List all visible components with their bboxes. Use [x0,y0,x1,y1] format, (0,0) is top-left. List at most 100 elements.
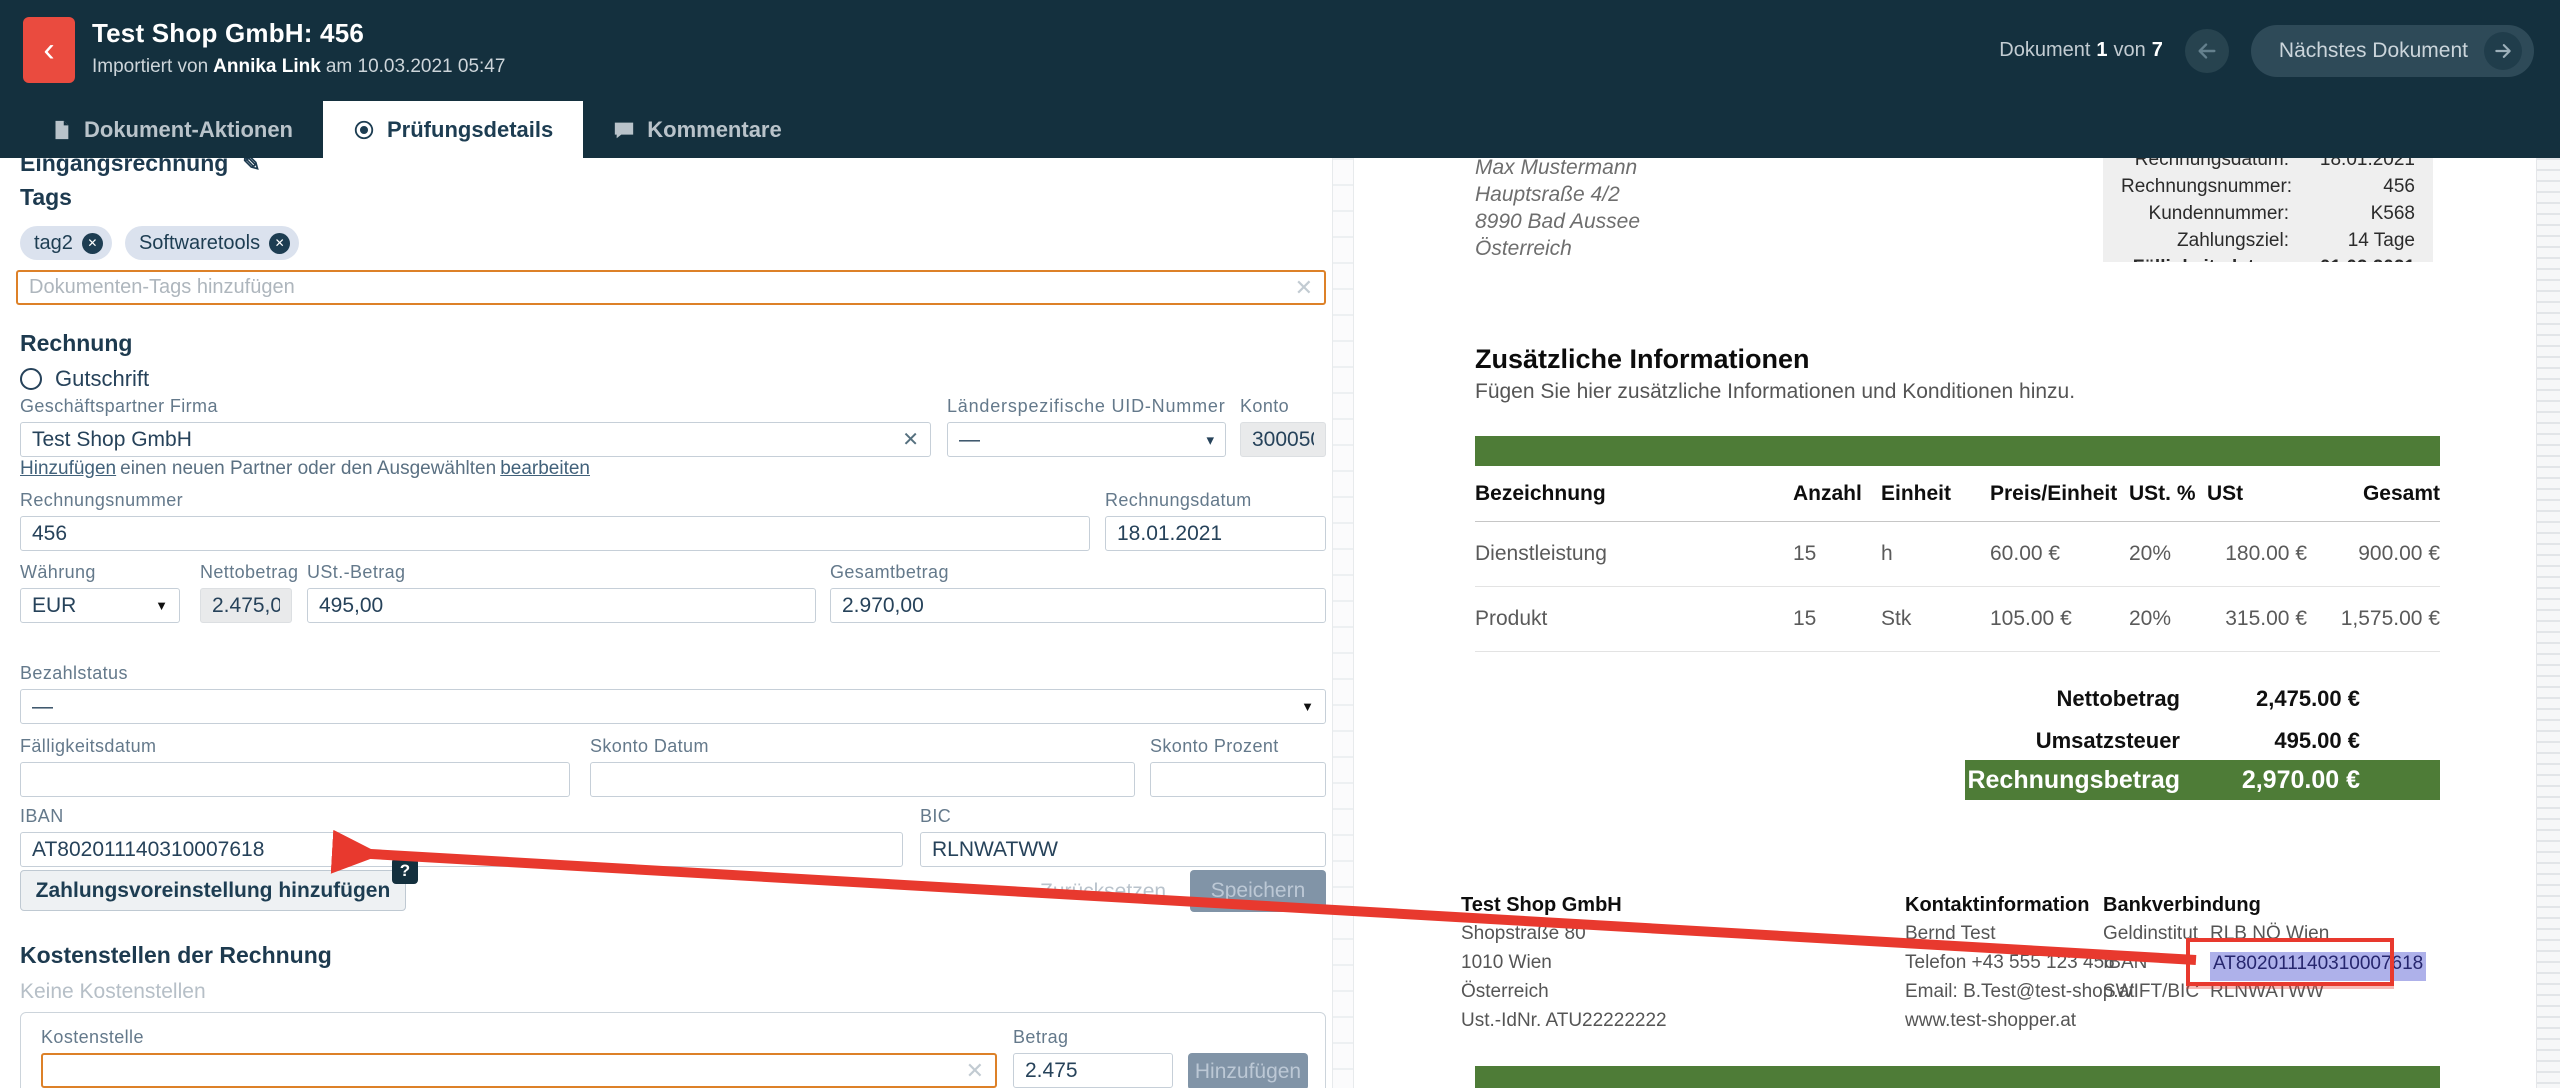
reset-button[interactable]: Zurücksetzen [1040,880,1166,904]
add-partner-link[interactable]: Hinzufügen [20,458,116,479]
cost-center-input[interactable]: ✕ [41,1053,997,1088]
recipient-address: Max Mustermann Hauptsraße 4/2 8990 Bad A… [1475,158,1640,262]
info-label: Fälligkeitsdatum: [2133,257,2289,263]
bic-input[interactable]: RLNWATWW [920,832,1326,867]
pay-status-label: Bezahlstatus [20,663,1326,684]
partner-field: Geschäftspartner Firma Test Shop GmbH ✕ [20,396,931,457]
total-value: 2,475.00 € [2210,686,2360,712]
invoice-date-value: 18.01.2021 [1117,522,1222,546]
info-value: K568 [2303,203,2415,225]
net-amount-field: Nettobetrag 2.475,00 [200,562,292,623]
invoice-number-input[interactable]: 456 [20,516,1090,551]
remove-tag-icon[interactable]: ✕ [269,233,290,254]
tab-dokument-aktionen[interactable]: Dokument-Aktionen [20,101,323,158]
footer-title: Kontaktinformation [1905,894,2134,923]
skonto-date-field: Skonto Datum [590,736,1135,797]
betrag-input[interactable]: 2.475 [1013,1053,1173,1088]
tab-pruefungsdetails[interactable]: Prüfungsdetails [323,101,583,158]
table-row: Dienstleistung 15 h 60.00 € 20% 180.00 €… [1475,522,2440,587]
cost-center-label: Kostenstelle [41,1027,997,1048]
betrag-value: 2.475 [1025,1059,1078,1083]
next-document-button[interactable]: Nächstes Dokument [2251,25,2534,77]
footer-line: Telefon +43 555 123 456 [1905,952,2134,981]
bank-value: RLB NÖ Wien [2210,923,2329,952]
add-cost-center-button[interactable]: Hinzufügen [1188,1053,1308,1088]
remove-tag-icon[interactable]: ✕ [82,233,103,254]
back-button[interactable]: ‹ [23,17,75,83]
bic-value: RLNWATWW [932,838,1058,862]
document-title: Test Shop GmbH: 456 [92,18,505,49]
pay-status-select[interactable]: — ▼ [20,689,1326,724]
table-top-green-bar [1475,436,2440,466]
pager-prefix: Dokument [1999,39,2090,61]
clear-cost-center-icon[interactable]: ✕ [966,1058,984,1084]
save-button[interactable]: Speichern [1190,870,1326,912]
total-amount-input[interactable]: 2.970,00 [830,588,1326,623]
uid-field: Länderspezifische UID-Nummer — ▾ [947,396,1226,457]
footer-line: www.test-shopper.at [1905,1010,2134,1039]
konto-value: 300050 [1252,428,1314,452]
tag-chip: tag2 ✕ [20,226,112,260]
cell: Dienstleistung [1475,522,1793,587]
konto-field: Konto 300050 [1240,396,1326,457]
net-amount-box: 2.475,00 [200,588,292,623]
cell: 105.00 € [1990,587,2129,652]
invoice-info-box: Rechnungsdatum: 18.01.2021 Rechnungsnumm… [2103,158,2433,262]
total-grand-row: Rechnungsbetrag 2,970.00 € [1965,760,2440,800]
due-date-input[interactable] [20,762,570,797]
due-date-label: Fälligkeitsdatum [20,736,570,757]
bank-value: RLNWATWW [2210,981,2324,1010]
footer-title: Bankverbindung [2103,894,2426,923]
document-scrollbar[interactable] [2536,158,2560,1088]
recipient-country: Österreich [1475,235,1640,262]
vat-amount-input[interactable]: 495,00 [307,588,816,623]
col-bezeichnung: Bezeichnung [1475,466,1793,522]
payment-preset-button[interactable]: Zahlungsvoreinstellung hinzufügen [20,870,406,911]
uid-label: Länderspezifische UID-Nummer [947,396,1226,417]
recipient-name: Max Mustermann [1475,158,1640,181]
tag-chip-list: tag2 ✕ Softwaretools ✕ [20,226,299,260]
tab-label: Prüfungsdetails [387,117,553,143]
tab-bar: Dokument-Aktionen Prüfungsdetails Kommen… [0,101,2560,158]
help-badge[interactable]: ? [392,858,418,884]
total-amount-field: Gesamtbetrag 2.970,00 [830,562,1326,623]
footer-line: 1010 Wien [1461,952,1667,981]
total-vat-row: Umsatzsteuer 495.00 € [1965,728,2440,754]
total-net-row: Nettobetrag 2,475.00 € [1965,686,2440,712]
payment-preset-label: Zahlungsvoreinstellung hinzufügen [36,879,391,903]
subtitle-suffix: am 10.03.2021 05:47 [326,56,506,77]
edit-partner-link[interactable]: bearbeiten [500,458,590,479]
currency-select[interactable]: EUR ▼ [20,588,180,623]
previous-document-button[interactable] [2185,29,2229,73]
footer-title: Test Shop GmbH [1461,894,1667,923]
skonto-date-input[interactable] [590,762,1135,797]
bic-field: BIC RLNWATWW [920,806,1326,867]
clear-tags-input-icon[interactable]: ✕ [1295,275,1313,301]
edit-pencil-icon[interactable]: ✎ [242,158,260,177]
pager-total: 7 [2152,39,2163,61]
iban-input[interactable]: AT802011140310007618 [20,832,903,867]
vat-amount-value: 495,00 [319,594,383,618]
tags-input[interactable]: Dokumenten-Tags hinzufügen ✕ [16,270,1326,305]
save-label: Speichern [1211,879,1306,903]
pager-von: von [2114,39,2146,61]
info-value: 456 [2306,176,2415,198]
add-cost-center-label: Hinzufügen [1195,1060,1301,1084]
form-panel-scrollbar[interactable] [1332,158,1354,1088]
highlighted-iban-value[interactable]: AT802011140310007618 [2210,952,2426,981]
currency-value: EUR [32,594,76,618]
back-chevron-icon: ‹ [43,31,54,70]
document-preview-panel: Max Mustermann Hauptsraße 4/2 8990 Bad A… [1355,158,2536,1088]
skonto-percent-input[interactable] [1150,762,1326,797]
invoice-date-label: Rechnungsdatum [1105,490,1326,511]
clear-partner-icon[interactable]: ✕ [902,427,919,452]
arrow-right-circle-icon [2484,32,2522,70]
col-preis-einheit: Preis/Einheit [1990,466,2129,522]
tab-kommentare[interactable]: Kommentare [583,101,811,158]
uid-select[interactable]: — ▾ [947,422,1226,457]
invoice-date-input[interactable]: 18.01.2021 [1105,516,1326,551]
gutschrift-radio[interactable] [20,368,42,390]
skonto-percent-field: Skonto Prozent [1150,736,1326,797]
bank-label: Geldinstitut [2103,923,2210,952]
partner-input[interactable]: Test Shop GmbH ✕ [20,422,931,457]
